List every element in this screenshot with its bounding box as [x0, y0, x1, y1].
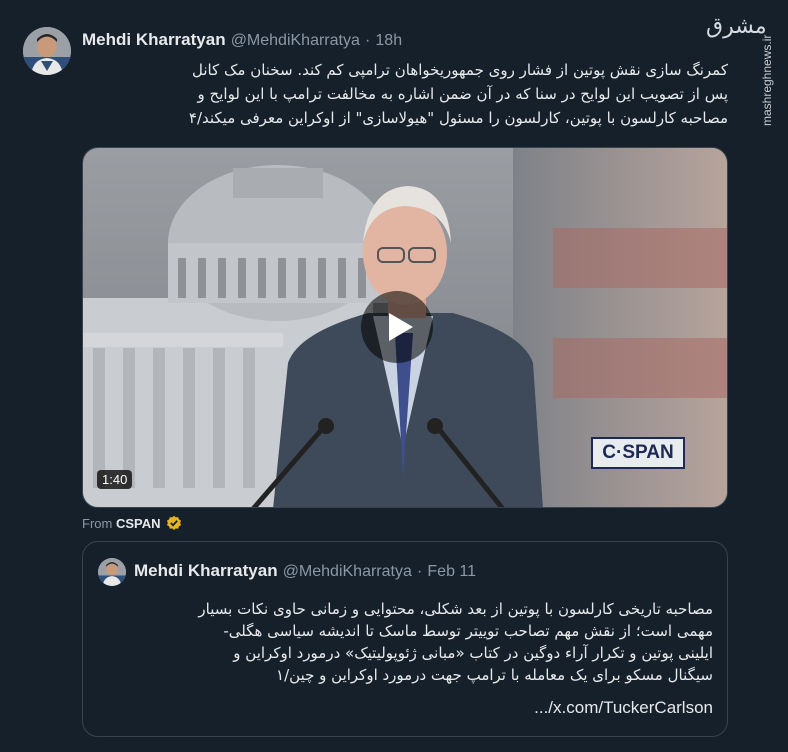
attribution-prefix: From: [82, 516, 113, 531]
tweet-time[interactable]: 18h: [375, 32, 402, 49]
quoted-text-line: مهمی است؛ از نقش مهم تصاحب توییتر توسط م…: [223, 622, 713, 640]
separator-dot: ·: [364, 32, 371, 49]
tweet-text: کمرنگ سازی نقش پوتین از فشار روی جمهوریخ…: [82, 58, 728, 130]
play-button[interactable]: [361, 291, 433, 363]
author-name[interactable]: Mehdi Kharratyan: [82, 30, 226, 49]
play-icon: [389, 313, 413, 341]
quoted-header: Mehdi Kharratyan @MehdiKharratya · Feb 1…: [134, 561, 476, 581]
tweet-text-line: پس از تصویب این لوایح در سنا که در آن ضم…: [197, 85, 728, 103]
quoted-link[interactable]: x.com/TuckerCarlson/...: [97, 698, 713, 718]
quoted-author-name: Mehdi Kharratyan: [134, 561, 278, 580]
cspan-logo: C·SPAN: [591, 437, 685, 469]
quoted-author-handle: @MehdiKharratya: [282, 563, 412, 580]
video-duration: 1:40: [97, 470, 133, 489]
tweet-card: Mehdi Kharratyan @MehdiKharratya · 18h ک…: [0, 0, 788, 752]
quoted-date: Feb 11: [427, 563, 477, 580]
quoted-text-line: سیگنال مسکو برای یک معامله با ترامپ جهت …: [276, 666, 713, 684]
video-attribution: From CSPAN: [82, 515, 182, 534]
quoted-tweet[interactable]: Mehdi Kharratyan @MehdiKharratya · Feb 1…: [82, 541, 728, 737]
watermark-site: mashreghnews.ir: [760, 34, 774, 126]
verified-gold-icon: [166, 515, 182, 534]
watermark-logo: مشرق: [706, 14, 767, 39]
quoted-text-line: مصاحبه تاریخی کارلسون با پوتین از بعد شک…: [198, 600, 713, 618]
quoted-text: مصاحبه تاریخی کارلسون با پوتین از بعد شک…: [97, 598, 713, 686]
quoted-text-line: ایلینی پوتین و تکرار آراء دوگین در کتاب …: [233, 644, 713, 662]
author-handle[interactable]: @MehdiKharratya: [231, 32, 360, 49]
author-avatar[interactable]: [23, 27, 71, 75]
attribution-source[interactable]: CSPAN: [116, 516, 161, 531]
separator-dot: ·: [416, 563, 423, 580]
tweet-header: Mehdi Kharratyan @MehdiKharratya · 18h: [82, 30, 402, 50]
tweet-text-line: مصاحبه کارلسون با پوتین، کارلسون را مسئو…: [188, 109, 728, 127]
quoted-author-avatar: [98, 558, 126, 586]
tweet-text-line: کمرنگ سازی نقش پوتین از فشار روی جمهوریخ…: [191, 61, 728, 79]
